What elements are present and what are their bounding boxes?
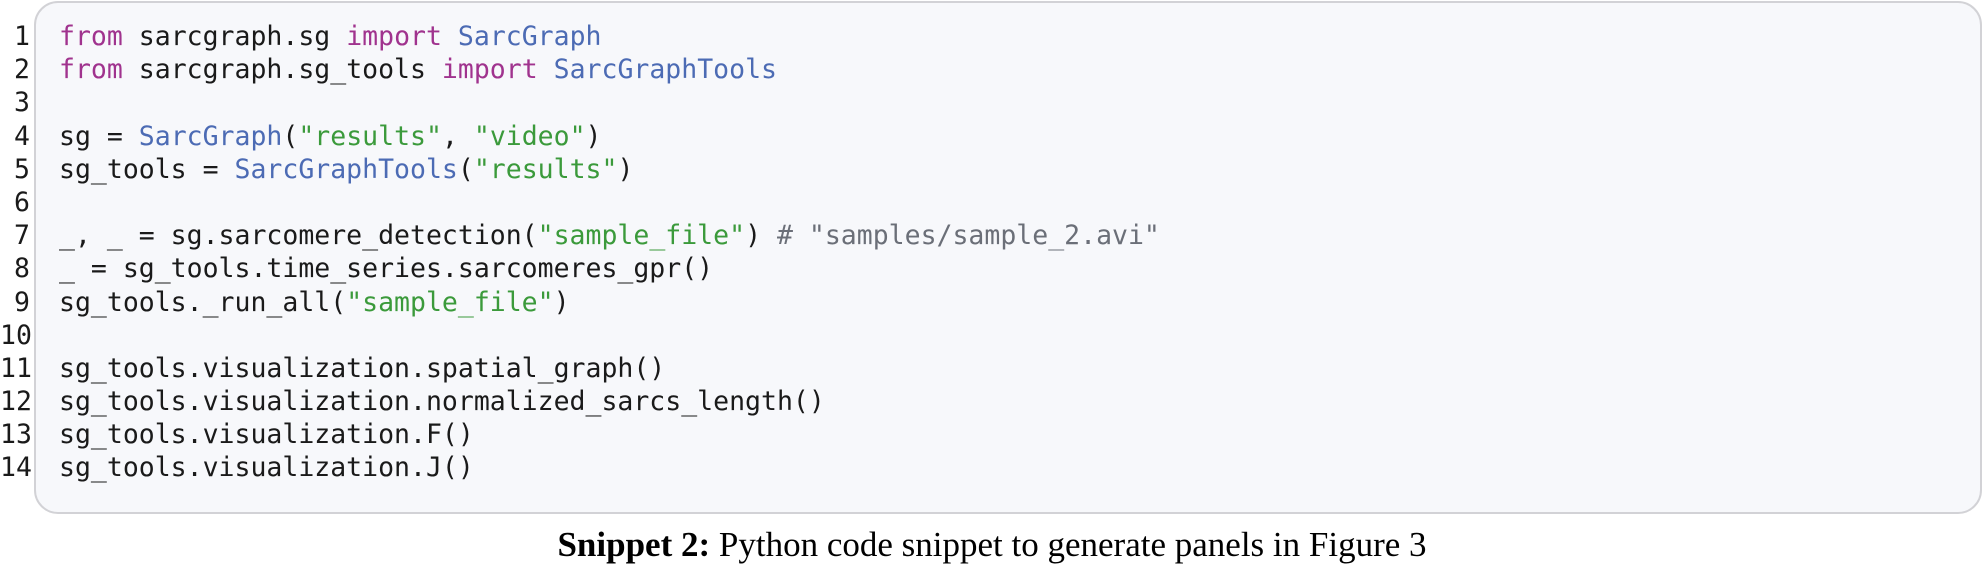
snippet-caption: Snippet 2: Python code snippet to genera…	[0, 525, 1984, 565]
code-token: sg =	[59, 120, 139, 152]
code-text: sg_tools.visualization.spatial_graph()	[59, 352, 665, 385]
line-number: 13	[0, 419, 32, 451]
code-line: 9 sg_tools._run_all("sample_file")	[0, 286, 1984, 319]
code-token: sg_tools._run_all(	[59, 286, 347, 318]
keyword-token: from	[59, 54, 123, 86]
code-token: sg_tools =	[59, 153, 235, 185]
line-number: 8	[14, 253, 30, 285]
string-token: "sample_file"	[537, 220, 746, 252]
line-number: 9	[14, 286, 30, 318]
code-token: sg_tools.visualization.J()	[59, 452, 474, 484]
code-text: sg_tools.visualization.normalized_sarcs_…	[59, 385, 825, 418]
line-number: 11	[0, 352, 32, 384]
code-token: _ = sg_tools.time_series.sarcomeres_gpr(…	[59, 253, 714, 285]
line-number: 7	[14, 220, 30, 252]
line-number: 3	[14, 87, 30, 119]
line-number: 14	[0, 452, 32, 484]
code-token: )	[585, 120, 602, 152]
code-token: )	[745, 220, 777, 252]
code-text: from sarcgraph.sg import SarcGraph	[59, 20, 602, 53]
code-token: (	[282, 120, 299, 152]
code-line: 11 sg_tools.visualization.spatial_graph()	[0, 352, 1984, 385]
code-line: 4 sg = SarcGraph("results", "video")	[0, 120, 1984, 153]
code-line: 10	[0, 319, 1984, 352]
code-line: 3	[0, 86, 1984, 119]
code-token: sg_tools.visualization.normalized_sarcs_…	[59, 386, 825, 418]
code-line: 12 sg_tools.visualization.normalized_sarc…	[0, 385, 1984, 418]
code-token: (	[457, 153, 474, 185]
code-text: sg_tools.visualization.F()	[59, 418, 474, 451]
code-line: 2 from sarcgraph.sg_tools import SarcGrap…	[0, 53, 1984, 86]
code-token: )	[553, 286, 570, 318]
code-line: 7 _, _ = sg.sarcomere_detection("sample_f…	[0, 219, 1984, 252]
code-listing: 1 from sarcgraph.sg import SarcGraph 2 from…	[0, 20, 1984, 485]
code-token: sg_tools.visualization.spatial_graph()	[59, 352, 666, 384]
code-text: sg_tools = SarcGraphTools("results")	[59, 153, 633, 186]
line-number: 1	[14, 21, 30, 52]
class-name-token: SarcGraph	[138, 120, 283, 152]
line-number: 12	[0, 386, 32, 418]
string-token: "sample_file"	[346, 286, 554, 318]
line-number: 4	[14, 120, 30, 152]
comment-token: # "samples/sample_2.avi"	[776, 220, 1160, 252]
keyword-token: from	[59, 21, 123, 52]
line-number: 2	[14, 54, 30, 86]
string-token: "results"	[473, 153, 618, 185]
code-text: from sarcgraph.sg_tools import SarcGraph…	[59, 53, 777, 86]
code-token: sarcgraph.sg_tools	[122, 54, 442, 86]
code-text: sg_tools._run_all("sample_file")	[59, 286, 570, 319]
code-token: _, _ = sg.sarcomere_detection(	[59, 220, 538, 252]
class-name-token: SarcGraphTools	[234, 153, 458, 185]
code-token: )	[617, 153, 634, 185]
code-text: _, _ = sg.sarcomere_detection("sample_fi…	[59, 219, 1160, 252]
line-number: 5	[14, 153, 30, 185]
code-token: sg_tools.visualization.F()	[59, 419, 474, 451]
class-name-token: SarcGraphTools	[553, 54, 777, 86]
keyword-token: import	[346, 21, 442, 52]
caption-text: Python code snippet to generate panels i…	[710, 525, 1427, 564]
code-line: 5 sg_tools = SarcGraphTools("results")	[0, 153, 1984, 186]
code-line: 8 _ = sg_tools.time_series.sarcomeres_gpr…	[0, 252, 1984, 285]
code-text: _ = sg_tools.time_series.sarcomeres_gpr(…	[59, 252, 713, 285]
string-token: "video"	[473, 120, 586, 152]
caption-label: Snippet 2:	[557, 525, 711, 564]
code-line: 1 from sarcgraph.sg import SarcGraph	[0, 20, 1984, 53]
code-line: 14 sg_tools.visualization.J()	[0, 451, 1984, 484]
code-token: sarcgraph.sg	[122, 21, 347, 52]
line-number: 6	[14, 186, 30, 218]
code-line: 13 sg_tools.visualization.F()	[0, 418, 1984, 451]
code-text: sg_tools.visualization.J()	[59, 451, 474, 484]
code-line: 6	[0, 186, 1984, 219]
line-number: 10	[0, 319, 32, 351]
code-token: ,	[441, 120, 474, 152]
string-token: "results"	[298, 120, 442, 152]
class-name-token: SarcGraph	[457, 21, 602, 52]
code-text: sg = SarcGraph("results", "video")	[59, 120, 602, 153]
keyword-token: import	[441, 54, 538, 86]
